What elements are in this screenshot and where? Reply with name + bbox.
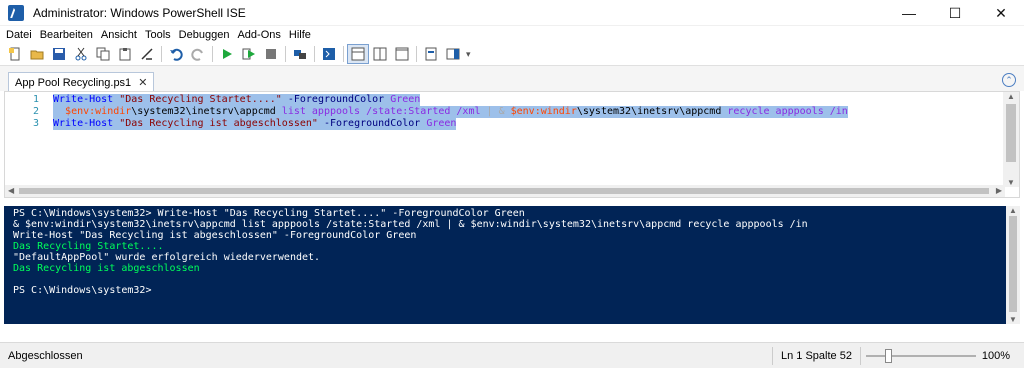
menu-debuggen[interactable]: Debuggen [175,29,234,41]
start-powershell-icon[interactable] [318,44,340,64]
code-token: Green [390,94,421,105]
scroll-up-icon[interactable]: ▲ [1009,206,1017,215]
menu-bearbeiten[interactable]: Bearbeiten [36,29,97,41]
stop-icon[interactable] [260,44,282,64]
toolbar-separator [212,46,213,62]
powershell-ise-icon [8,4,24,21]
console-line: Das Recycling Startet.... [13,241,164,252]
console-line: & $env:windir\system32\inetsrv\appcmd li… [13,219,808,230]
run-selection-icon[interactable] [238,44,260,64]
menu-datei[interactable]: Datei [2,29,36,41]
menu-add-ons[interactable]: Add-Ons [233,29,284,41]
code-token: list apppools /state:Started /xml [275,106,487,117]
zoom-level: 100% [981,350,1010,362]
code-token: $env:windir [510,106,577,117]
run-script-icon[interactable] [216,44,238,64]
toolbar-separator [161,46,162,62]
console-pane[interactable]: PS C:\Windows\system32> Write-Host "Das … [4,206,1006,324]
close-button[interactable]: ✕ [978,0,1024,26]
console-line: PS C:\Windows\system32> Write-Host "Das … [13,208,525,219]
line-number: 1 [32,94,39,105]
code-token: -ForegroundColor [287,94,385,105]
console-line: PS C:\Windows\system32> [13,285,152,296]
line-number: 3 [32,118,39,129]
new-file-icon[interactable] [4,44,26,64]
undo-icon[interactable] [165,44,187,64]
code-token: Write-Host [53,94,114,105]
redo-icon[interactable] [187,44,209,64]
window-controls: — ☐ ✕ [886,0,1024,26]
collapse-script-pane-icon[interactable]: ⌃ [1002,73,1016,87]
window-title: Administrator: Windows PowerShell ISE [33,5,246,20]
scroll-down-icon[interactable]: ▼ [1009,315,1017,324]
scroll-down-icon[interactable]: ▼ [1007,178,1015,187]
scrollbar-thumb[interactable] [19,188,989,194]
show-script-pane-icon[interactable] [420,44,442,64]
console-vertical-scrollbar[interactable]: ▲ ▼ [1006,206,1020,324]
code-line[interactable]: Write-Host "Das Recycling ist abgeschlos… [53,118,457,130]
code-token: \system32\inetsrv\appcmd [576,106,722,117]
toolbar-overflow-icon[interactable]: ▾ [466,49,471,60]
tab-strip: App Pool Recycling.ps1 ✕ ⌃ [0,65,1024,92]
code-token: -ForegroundColor [323,118,421,129]
code-line[interactable]: Write-Host "Das Recycling Startet...." -… [53,94,421,106]
code-token: recycle apppools /in [721,106,848,117]
tab-close-icon[interactable]: ✕ [138,76,147,89]
toolbar-separator [416,46,417,62]
zoom-slider-thumb[interactable] [885,349,892,363]
toolbar-separator [314,46,315,62]
paste-icon[interactable] [114,44,136,64]
line-number: 2 [32,106,39,117]
code-token: Write-Host [53,118,114,129]
script-horizontal-scrollbar[interactable]: ◀ ▶ [5,185,1005,197]
code-token: \system32\inetsrv\appcmd [131,106,276,117]
menu-hilfe[interactable]: Hilfe [285,29,315,41]
scroll-up-icon[interactable]: ▲ [1007,92,1015,101]
code-token: "Das Recycling ist abgeschlossen" [119,118,318,129]
toolbar: ▾ [0,43,1024,65]
script-pane[interactable]: 1 2 3 Write-Host "Das Recycling Startet.… [4,91,1020,198]
show-command-addon-icon[interactable] [442,44,464,64]
scrollbar-thumb[interactable] [1006,104,1016,162]
code-token: "Das Recycling Startet...." [119,94,282,105]
scrollbar-thumb[interactable] [1009,216,1017,312]
scroll-right-icon[interactable]: ▶ [996,186,1002,195]
menu-bar: Datei Bearbeiten Ansicht Tools Debuggen … [0,26,1024,43]
console-line: "DefaultAppPool" wurde erfolgreich wiede… [13,252,321,263]
line-number-gutter: 1 2 3 [5,92,41,187]
code-token: $env:windir [65,106,132,117]
toolbar-separator [285,46,286,62]
open-folder-icon[interactable] [26,44,48,64]
cut-icon[interactable] [70,44,92,64]
console-line: Write-Host "Das Recycling ist abgeschlos… [13,230,417,241]
status-bar: Abgeschlossen Ln 1 Spalte 52 100% [0,342,1024,368]
tab-label: App Pool Recycling.ps1 [15,76,132,89]
layout-maximized-icon[interactable] [391,44,413,64]
zoom-slider-track[interactable] [866,355,976,357]
toolbar-separator [343,46,344,62]
save-icon[interactable] [48,44,70,64]
tab-app-pool-recycling[interactable]: App Pool Recycling.ps1 ✕ [8,72,155,92]
title-bar: Administrator: Windows PowerShell ISE — … [0,0,1024,26]
clear-console-icon[interactable] [136,44,158,64]
copy-icon[interactable] [92,44,114,64]
scroll-left-icon[interactable]: ◀ [8,186,14,195]
status-text: Abgeschlossen [8,349,83,362]
menu-tools[interactable]: Tools [141,29,175,41]
console-line: Das Recycling ist abgeschlossen [13,263,200,274]
remote-powershell-icon[interactable] [289,44,311,64]
code-token: Green [426,118,457,129]
minimize-button[interactable]: — [886,0,932,26]
maximize-button[interactable]: ☐ [932,0,978,26]
layout-top-icon[interactable] [347,44,369,64]
code-line[interactable]: $env:windir\system32\inetsrv\appcmd list… [53,106,848,118]
cursor-position: Ln 1 Spalte 52 [772,347,861,365]
menu-ansicht[interactable]: Ansicht [97,29,141,41]
script-vertical-scrollbar[interactable]: ▲ ▼ [1003,92,1019,187]
layout-right-icon[interactable] [369,44,391,64]
